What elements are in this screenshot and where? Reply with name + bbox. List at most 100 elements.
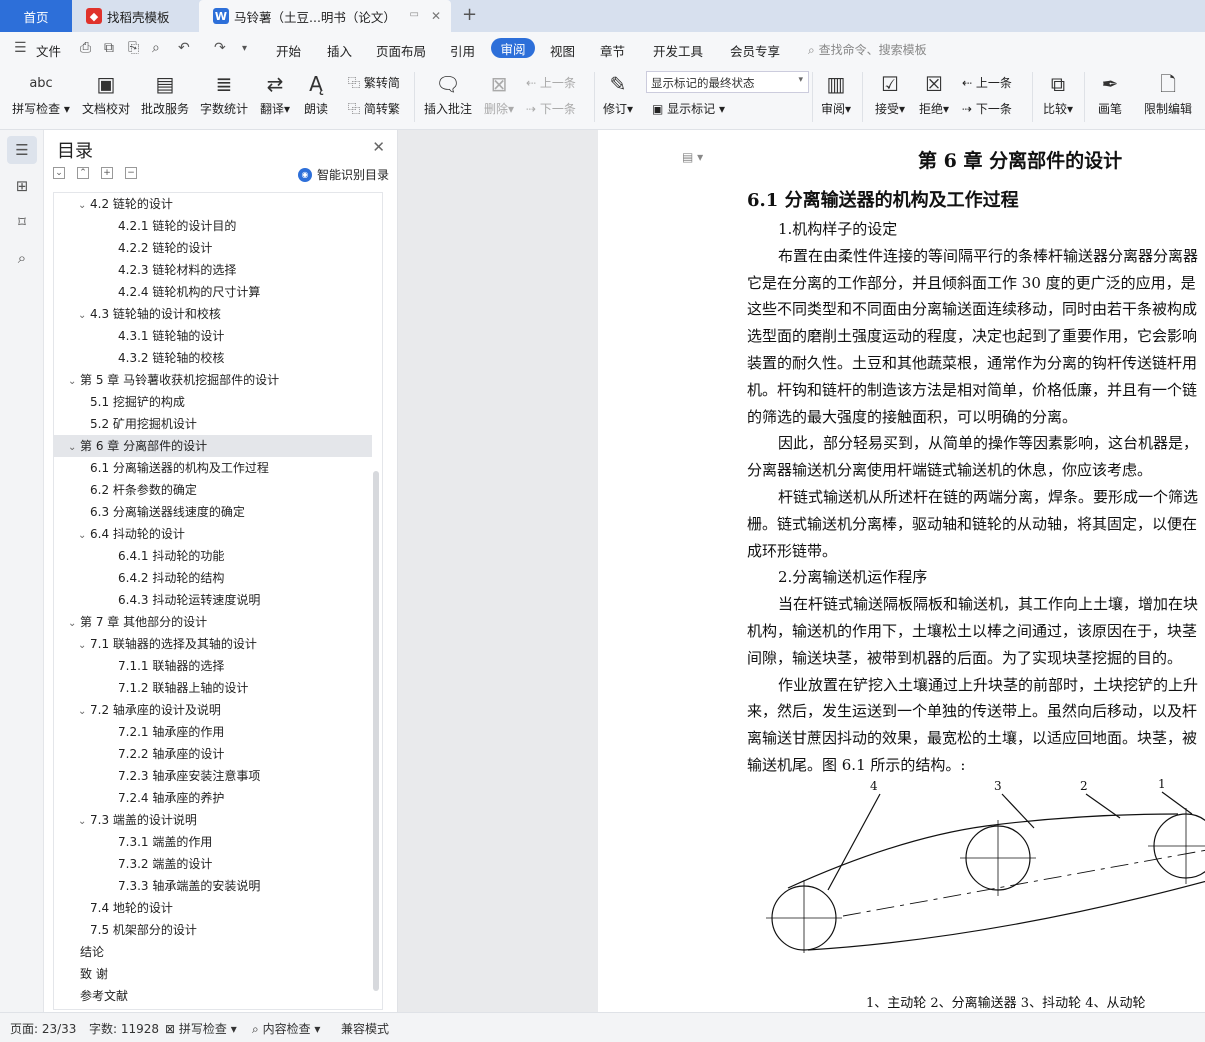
prev-change-button[interactable]: ⇠ 上一条 (962, 74, 1012, 91)
outline-icon[interactable]: ☰ (7, 136, 37, 164)
spell-check-status[interactable]: ⊠ 拼写检查 ▾ (165, 1020, 237, 1037)
toc-item[interactable]: 6.4.1 抖动轮的功能 (54, 545, 372, 567)
insert-comment-button[interactable]: 🗨 插入批注 (422, 70, 474, 124)
word-count-button[interactable]: ≣ 字数统计 (198, 70, 250, 124)
toc-item[interactable]: 致 谢 (54, 963, 372, 985)
reject-button[interactable]: ☒ 拒绝▾ (916, 70, 952, 124)
review-pane-button[interactable]: ▥ 审阅▾ (818, 70, 854, 124)
toc-item[interactable]: ⌄ 7.2 轴承座的设计及说明 (54, 699, 372, 721)
toc-item[interactable]: 6.3 分离输送器线速度的确定 (54, 501, 372, 523)
chevron-down-icon[interactable]: ⌄ (78, 525, 90, 547)
menu-view[interactable]: 视图 (550, 41, 575, 60)
menu-file[interactable]: 文件 (36, 41, 61, 60)
menu-reference[interactable]: 引用 (450, 41, 475, 60)
tab-home[interactable]: 首页 (0, 0, 72, 32)
hamburger-icon[interactable]: ☰ (14, 40, 27, 56)
ink-button[interactable]: ✒ 画笔 (1092, 70, 1128, 124)
undo-icon[interactable]: ↶ (178, 40, 190, 56)
toc-item[interactable]: 4.2.3 链轮材料的选择 (54, 259, 372, 281)
content-check-status[interactable]: ⌕ 内容检查 ▾ (252, 1020, 320, 1037)
pin-icon[interactable]: ▭ (410, 9, 419, 20)
tab-document[interactable]: W 马铃薯（土豆...明书（论文） ▭ ✕ (199, 0, 451, 32)
search-icon[interactable]: ⌕ (7, 244, 37, 272)
toc-item[interactable]: 7.3.3 轴承端盖的安装说明 (54, 875, 372, 897)
toc-item[interactable]: ⌄ 4.3 链轮轴的设计和校核 (54, 303, 372, 325)
menu-review[interactable]: 审阅 (491, 38, 535, 58)
remove-heading-icon[interactable]: − (125, 167, 137, 179)
bookmark-icon[interactable]: ⌑ (7, 208, 37, 236)
next-change-button[interactable]: ⇢ 下一条 (962, 100, 1012, 117)
toc-item[interactable]: 7.5 机架部分的设计 (54, 919, 372, 941)
chevron-down-icon[interactable]: ⌄ (78, 305, 90, 327)
track-changes-button[interactable]: ✎ 修订▾ (600, 70, 636, 124)
menu-insert[interactable]: 插入 (327, 41, 352, 60)
menu-developer[interactable]: 开发工具 (653, 41, 703, 60)
toc-item[interactable]: 7.3.1 端盖的作用 (54, 831, 372, 853)
expand-up-icon[interactable]: ⌃ (77, 167, 89, 179)
menu-start[interactable]: 开始 (276, 41, 301, 60)
toc-item[interactable]: 4.2.1 链轮的设计目的 (54, 215, 372, 237)
toc-item[interactable]: ⌄ 第 6 章 分离部件的设计 (54, 435, 372, 457)
toc-item[interactable]: 7.2.3 轴承座安装注意事项 (54, 765, 372, 787)
toc-item[interactable]: ⌄ 7.3 端盖的设计说明 (54, 809, 372, 831)
compare-button[interactable]: ⧉ 比较▾ (1040, 70, 1076, 124)
restrict-edit-button[interactable]: 🗋 限制编辑 (1140, 70, 1196, 124)
smart-toc-button[interactable]: ◉ 智能识别目录 (298, 166, 389, 183)
to-traditional-button[interactable]: ⿻ 繁转简 (348, 74, 400, 91)
chevron-down-icon[interactable]: ⌄ (68, 437, 80, 459)
toc-item[interactable]: 7.2.4 轴承座的养护 (54, 787, 372, 809)
toc-item[interactable]: ⌄ 6.4 抖动轮的设计 (54, 523, 372, 545)
add-heading-icon[interactable]: + (101, 167, 113, 179)
export-pdf-icon[interactable]: ⧉ (104, 40, 114, 56)
show-markup-button[interactable]: ▣ 显示标记 ▾ (652, 100, 725, 117)
word-count-indicator[interactable]: 字数: 11928 (89, 1020, 159, 1037)
toc-item[interactable]: ⌄ 7.1 联轴器的选择及其轴的设计 (54, 633, 372, 655)
chevron-down-icon[interactable]: ⌄ (68, 371, 80, 393)
toc-item[interactable]: 7.2.2 轴承座的设计 (54, 743, 372, 765)
toc-item[interactable]: ⌄ 4.2 链轮的设计 (54, 193, 372, 215)
toc-item[interactable]: 6.4.2 抖动轮的结构 (54, 567, 372, 589)
collapse-all-icon[interactable]: ⌄ (53, 167, 65, 179)
print-preview-icon[interactable]: ⌕ (152, 40, 160, 56)
to-simplified-button[interactable]: ⿻ 简转繁 (348, 100, 400, 117)
spell-check-button[interactable]: abc 拼写检查 ▾ (10, 70, 72, 124)
command-search[interactable]: ⌕ 查找命令、搜索模板 (808, 41, 927, 58)
quick-access-more-icon[interactable]: ▾ (242, 43, 247, 54)
plus-icon[interactable]: + (462, 4, 477, 25)
toc-item[interactable]: 7.3.2 端盖的设计 (54, 853, 372, 875)
toc-item[interactable]: 7.4 地轮的设计 (54, 897, 372, 919)
batch-service-button[interactable]: ▤ 批改服务 (139, 70, 191, 124)
toc-item[interactable]: 6.1 分离输送器的机构及工作过程 (54, 457, 372, 479)
doc-proof-button[interactable]: ▣ 文档校对 (80, 70, 132, 124)
toc-item[interactable]: 4.3.2 链轮轴的校核 (54, 347, 372, 369)
toc-item[interactable]: 6.4.3 抖动轮运转速度说明 (54, 589, 372, 611)
accept-button[interactable]: ☑ 接受▾ (872, 70, 908, 124)
tab-template[interactable]: ◆ 找稻壳模板 (72, 0, 199, 32)
toc-item[interactable]: 5.2 矿用挖掘机设计 (54, 413, 372, 435)
chevron-down-icon[interactable]: ⌄ (78, 635, 90, 657)
paragraph-handle-icon[interactable]: ▤ ▾ (682, 150, 703, 164)
chevron-down-icon[interactable]: ⌄ (78, 701, 90, 723)
close-icon[interactable]: ✕ (372, 138, 385, 156)
next-comment-button[interactable]: ⇢ 下一条 (526, 100, 576, 117)
toc-item[interactable]: 7.2.1 轴承座的作用 (54, 721, 372, 743)
toc-item[interactable]: 6.2 杆条参数的确定 (54, 479, 372, 501)
prev-comment-button[interactable]: ⇠ 上一条 (526, 74, 576, 91)
menu-chapter[interactable]: 章节 (600, 41, 625, 60)
toc-item[interactable]: 4.2.2 链轮的设计 (54, 237, 372, 259)
chevron-down-icon[interactable]: ⌄ (68, 613, 80, 635)
toc-item[interactable]: 4.2.4 链轮机构的尺寸计算 (54, 281, 372, 303)
redo-icon[interactable]: ↷ (214, 40, 226, 56)
toc-item[interactable]: 参考文献 (54, 985, 372, 1007)
chevron-down-icon[interactable]: ⌄ (78, 195, 90, 217)
delete-comment-button[interactable]: ⊠ 删除▾ (481, 70, 517, 124)
translate-button[interactable]: ⇄ 翻译▾ (257, 70, 293, 124)
save-icon[interactable]: ⎙ (80, 40, 91, 56)
toc-item[interactable]: 5.1 挖掘铲的构成 (54, 391, 372, 413)
toc-item[interactable]: 7.1.2 联轴器上轴的设计 (54, 677, 372, 699)
toc-item[interactable]: ⌄ 第 5 章 马铃薯收获机挖掘部件的设计 (54, 369, 372, 391)
print-icon[interactable]: ⎘ (128, 40, 139, 56)
menu-page-layout[interactable]: 页面布局 (376, 41, 426, 60)
close-tab-icon[interactable]: ✕ (431, 9, 441, 23)
toc-item[interactable]: ⌄ 第 7 章 其他部分的设计 (54, 611, 372, 633)
